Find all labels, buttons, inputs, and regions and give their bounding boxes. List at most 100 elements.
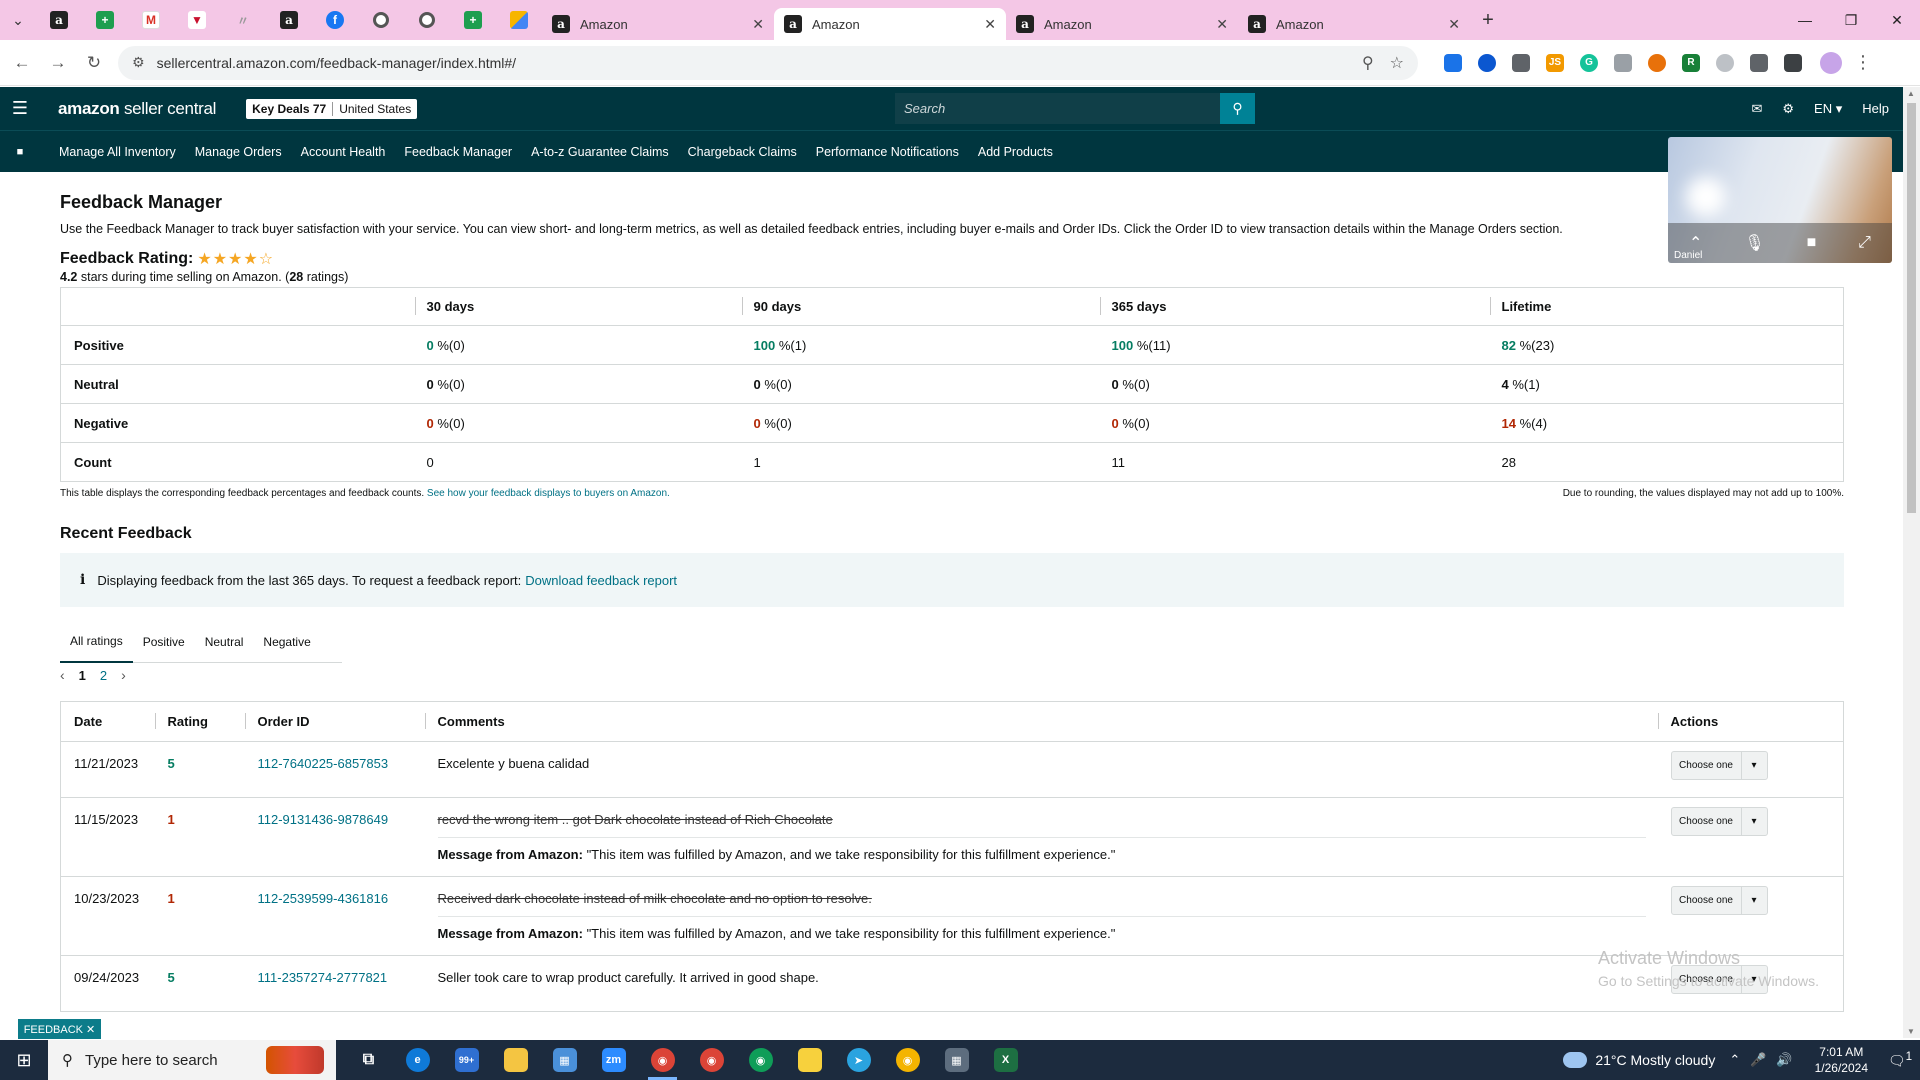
order-id-link[interactable]: 111-2357274-2777821 bbox=[258, 970, 388, 985]
feedback-tab-button[interactable]: FEEDBACK ✕ bbox=[18, 1019, 101, 1039]
pop-out-icon[interactable]: ⤢ bbox=[1858, 234, 1871, 252]
browser-tab[interactable]: a Amazon ✕ bbox=[1238, 8, 1470, 40]
bookmark-icon[interactable]: ■ bbox=[0, 146, 40, 158]
edge-icon[interactable]: e bbox=[393, 1040, 442, 1080]
pinned-tab-red[interactable]: ▼ bbox=[174, 0, 220, 40]
pinned-tab-circle-2[interactable] bbox=[404, 0, 450, 40]
chrome-profile-icon[interactable]: ◉ bbox=[736, 1040, 785, 1080]
pinned-tab-gray[interactable]: 〃 bbox=[220, 0, 266, 40]
pinned-tab-amazon-2[interactable]: a bbox=[266, 0, 312, 40]
order-id-link[interactable]: 112-7640225-6857853 bbox=[258, 756, 389, 771]
new-tab-button[interactable]: + bbox=[1470, 9, 1506, 32]
help-link[interactable]: Help bbox=[1862, 101, 1889, 116]
nav-performance-notifications[interactable]: Performance Notifications bbox=[816, 145, 959, 159]
store-switcher[interactable]: Key Deals 77 United States bbox=[246, 98, 418, 119]
search-icon[interactable]: ⚲ bbox=[1220, 93, 1255, 124]
chrome-icon[interactable]: ◉ bbox=[638, 1040, 687, 1080]
windows-start-icon[interactable]: ⊞ bbox=[0, 1050, 48, 1071]
pinned-tab-gmail[interactable]: M bbox=[128, 0, 174, 40]
page-2[interactable]: 2 bbox=[100, 668, 107, 683]
browser-menu-icon[interactable]: ⋮ bbox=[1854, 52, 1872, 73]
close-tab-icon[interactable]: ✕ bbox=[984, 16, 996, 33]
minimize-icon[interactable]: — bbox=[1782, 0, 1828, 40]
reload-icon[interactable]: ↻ bbox=[80, 53, 108, 73]
download-report-link[interactable]: Download feedback report bbox=[525, 573, 677, 588]
extension-icon[interactable] bbox=[1512, 53, 1530, 72]
scrollbar-thumb[interactable] bbox=[1907, 103, 1916, 513]
scroll-up-icon[interactable]: ▲ bbox=[1907, 89, 1915, 98]
excel-icon[interactable]: X bbox=[981, 1040, 1030, 1080]
browser-tab-active[interactable]: a Amazon ✕ bbox=[774, 8, 1006, 40]
action-dropdown[interactable]: Choose one ▾ bbox=[1670, 807, 1768, 836]
bookmark-star-icon[interactable]: ☆ bbox=[1390, 53, 1404, 73]
pinned-tab-circle[interactable] bbox=[358, 0, 404, 40]
side-panel-icon[interactable] bbox=[1784, 53, 1802, 72]
mic-muted-icon[interactable]: 🎙 bbox=[1744, 233, 1764, 253]
store-icon[interactable]: ▦ bbox=[540, 1040, 589, 1080]
settings-gear-icon[interactable]: ⚙ bbox=[1782, 101, 1794, 117]
profile-avatar[interactable] bbox=[1820, 51, 1842, 74]
site-info-icon[interactable]: ⚙ bbox=[132, 54, 145, 71]
nav-a-to-z-claims[interactable]: A-to-z Guarantee Claims bbox=[531, 145, 669, 159]
zoom-icon[interactable]: ⚲ bbox=[1362, 53, 1374, 73]
extension-icon[interactable]: JS bbox=[1546, 53, 1564, 72]
tab-all-ratings[interactable]: All ratings bbox=[60, 621, 133, 663]
pinned-tab-sheets-2[interactable]: + bbox=[450, 0, 496, 40]
nav-manage-orders[interactable]: Manage Orders bbox=[195, 145, 282, 159]
grammarly-icon[interactable]: G bbox=[1580, 53, 1598, 72]
file-explorer-icon[interactable] bbox=[491, 1040, 540, 1080]
calculator-icon[interactable]: ▦ bbox=[932, 1040, 981, 1080]
tab-negative[interactable]: Negative bbox=[253, 621, 320, 663]
show-hidden-icons-icon[interactable]: ⌃ bbox=[1729, 1052, 1740, 1068]
pinned-tab-multi[interactable] bbox=[496, 0, 542, 40]
action-dropdown[interactable]: Choose one ▾ bbox=[1670, 886, 1768, 915]
browser-tab[interactable]: a Amazon ✕ bbox=[542, 8, 774, 40]
language-selector[interactable]: EN ▾ bbox=[1814, 101, 1842, 117]
close-tab-icon[interactable]: ✕ bbox=[752, 16, 764, 33]
pinned-tab-amazon[interactable]: a bbox=[36, 0, 82, 40]
camera-icon[interactable]: ■ bbox=[1807, 234, 1817, 252]
url-text[interactable]: sellercentral.amazon.com/feedback-manage… bbox=[157, 55, 1346, 71]
back-arrow-icon[interactable]: ← bbox=[8, 53, 36, 73]
mail-app-icon[interactable]: 99+ bbox=[442, 1040, 491, 1080]
chrome-profile-icon[interactable]: ◉ bbox=[687, 1040, 736, 1080]
order-id-link[interactable]: 112-2539599-4361816 bbox=[258, 891, 389, 906]
taskbar-search[interactable]: ⚲ Type here to search bbox=[48, 1040, 336, 1080]
scroll-down-icon[interactable]: ▼ bbox=[1907, 1027, 1915, 1036]
restore-icon[interactable]: ❐ bbox=[1828, 0, 1874, 40]
prev-page-icon[interactable]: ‹ bbox=[60, 667, 65, 683]
close-tab-icon[interactable]: ✕ bbox=[1448, 16, 1460, 33]
address-bar[interactable]: ⚙ sellercentral.amazon.com/feedback-mana… bbox=[118, 45, 1418, 80]
feedback-display-link[interactable]: See how your feedback displays to buyers… bbox=[427, 488, 670, 499]
globe-icon[interactable] bbox=[1716, 53, 1734, 72]
zoom-app-icon[interactable]: zm bbox=[589, 1040, 638, 1080]
pinned-tab-facebook[interactable]: f bbox=[312, 0, 358, 40]
nav-chargeback-claims[interactable]: Chargeback Claims bbox=[688, 145, 797, 159]
page-scrollbar[interactable]: ▲ ▼ bbox=[1903, 87, 1920, 1038]
pinned-tab-sheets[interactable]: + bbox=[82, 0, 128, 40]
browser-tab[interactable]: a Amazon ✕ bbox=[1006, 8, 1238, 40]
order-id-link[interactable]: 112-9131436-9878649 bbox=[258, 812, 389, 827]
tab-neutral[interactable]: Neutral bbox=[195, 621, 254, 663]
chrome-profile-icon[interactable]: ◉ bbox=[883, 1040, 932, 1080]
tab-positive[interactable]: Positive bbox=[133, 621, 195, 663]
seller-central-logo[interactable]: amazon seller central bbox=[58, 99, 216, 119]
extension-icon[interactable]: R bbox=[1682, 53, 1700, 72]
mail-icon[interactable]: ✉ bbox=[1751, 101, 1762, 117]
close-tab-icon[interactable]: ✕ bbox=[1216, 16, 1228, 33]
task-view-icon[interactable]: ⧉ bbox=[344, 1040, 393, 1080]
video-call-overlay[interactable]: ⌃ 🎙 ■ ⤢ Daniel bbox=[1668, 137, 1892, 263]
extension-icon[interactable] bbox=[1648, 53, 1666, 72]
close-window-icon[interactable]: ✕ bbox=[1874, 0, 1920, 40]
sticky-notes-icon[interactable] bbox=[785, 1040, 834, 1080]
next-page-icon[interactable]: › bbox=[121, 667, 126, 683]
action-dropdown[interactable]: Choose one ▾ bbox=[1670, 751, 1768, 780]
volume-icon[interactable]: 🔊 bbox=[1776, 1052, 1792, 1068]
forward-arrow-icon[interactable]: → bbox=[44, 53, 72, 73]
taskbar-clock[interactable]: 7:01 AM 1/26/2024 bbox=[1815, 1044, 1868, 1076]
nav-manage-all-inventory[interactable]: Manage All Inventory bbox=[59, 145, 176, 159]
notifications-icon[interactable]: 🗨1 bbox=[1880, 1050, 1920, 1070]
extension-icon[interactable] bbox=[1444, 53, 1462, 72]
extension-icon[interactable] bbox=[1614, 53, 1632, 72]
puzzle-extensions-icon[interactable] bbox=[1750, 53, 1768, 72]
